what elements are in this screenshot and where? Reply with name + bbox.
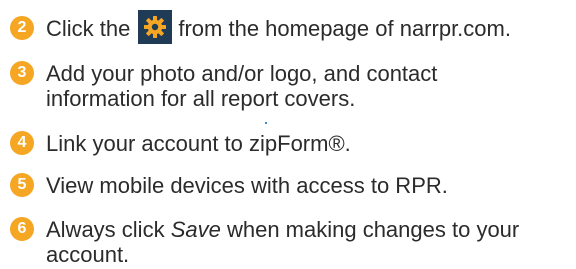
step-2-text-after: from the homepage of narrpr.com.	[178, 16, 511, 41]
step-6-text: Always click Save when making changes to…	[46, 217, 519, 267]
step-3-text: Add your photo and/or logo, and contact …	[46, 61, 437, 111]
step-2-text-before: Click the	[46, 16, 131, 41]
step-6-line-1-before: Always click	[46, 217, 171, 242]
step-3-line-2: information for all report covers.	[46, 86, 356, 111]
step-number-badge: 2	[10, 16, 34, 40]
step-4: 4 Link your account to zipForm®.	[10, 131, 351, 156]
step-6: 6 Always click Save when making changes …	[10, 217, 519, 267]
step-2: 2 Click the from the homepage of narrpr.…	[10, 10, 511, 45]
step-number-badge: 5	[10, 173, 34, 197]
gear-icon-graphic	[144, 16, 167, 39]
step-5: 5 View mobile devices with access to RPR…	[10, 173, 448, 198]
gear-icon	[138, 10, 173, 45]
step-5-text: View mobile devices with access to RPR.	[46, 173, 448, 198]
instruction-list: 2 Click the from the homepage of narrpr.…	[0, 0, 576, 269]
step-number-badge: 3	[10, 61, 34, 85]
step-3: 3 Add your photo and/or logo, and contac…	[10, 61, 437, 111]
step-6-line-1-after: when making changes to your	[220, 217, 520, 242]
step-number-badge: 4	[10, 131, 34, 155]
step-number-badge: 6	[10, 217, 34, 241]
step-4-text: Link your account to zipForm®.	[46, 131, 351, 156]
step-2-text: Click the from the homepage of narrpr.co…	[46, 10, 511, 45]
save-emphasis: Save	[170, 217, 221, 242]
step-6-line-2: account.	[46, 242, 130, 267]
stray-dot	[265, 122, 267, 124]
step-3-line-1: Add your photo and/or logo, and contact	[46, 61, 438, 86]
